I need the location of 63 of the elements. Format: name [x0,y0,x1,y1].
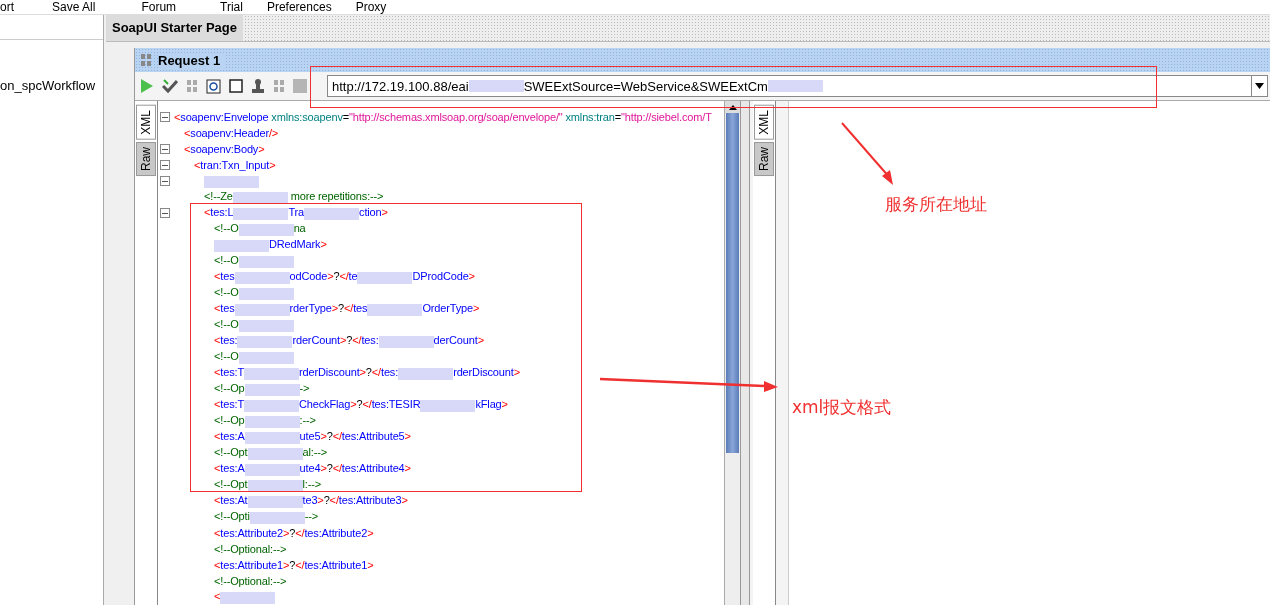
code-line: <!--Op -> [214,382,310,396]
menu-item[interactable]: Forum [107,0,189,14]
scrollbar[interactable] [724,101,740,605]
dot-grid-icon[interactable] [186,79,198,93]
code-line: <tes rderType>?</tes OrderType> [214,302,480,316]
code-line: <!--O [214,350,294,364]
menu-item[interactable]: Preferences [254,0,344,14]
fold-toggle[interactable] [160,208,170,218]
annotation-text: xml报文格式 [792,396,892,419]
code-line: <soapenv:Header/> [184,127,279,139]
code-line: <!--Opt l:--> [214,478,321,492]
square-icon[interactable] [229,79,243,93]
fold-toggle[interactable] [160,160,170,170]
code-line: <!--O [214,254,294,268]
code-line: <tes:Attribute2>?</tes:Attribute2> [214,527,374,539]
code-line: < [214,590,276,604]
menu-item[interactable]: ort [0,0,26,14]
menu-item[interactable]: Save All [26,0,108,14]
splitter-handle[interactable] [740,101,750,605]
code-line: <!--Opt al:--> [214,446,327,460]
code-line: <!--O [214,286,294,300]
redaction-block [468,80,524,92]
response-view-tab[interactable]: Raw [754,141,774,176]
code-line: <tes:T rderDiscount>?</tes: rderDiscount> [214,366,520,380]
redaction-block [767,80,823,92]
code-line: <soapenv:Envelope xmlns:soapenv="http://schemas.xmlsoap.org/soap/envelope/" xmlns:tran="http://siebel.com/T [174,111,712,123]
code-line: <!--Op :--> [214,414,316,428]
arrow [841,122,893,185]
stamp-icon[interactable] [251,78,265,94]
code-line: <soapenv:Body> [184,143,265,155]
code-line: <tran:Txn_Input> [194,159,276,171]
code-line: <tes odCode>?</te DProdCode> [214,270,475,284]
menu-item[interactable]: Proxy [343,0,399,14]
code-line: <tes:T CheckFlag>?</tes:TESIR kFlag> [214,398,508,412]
url-combobox[interactable]: http://172.19.100.88/eai SWEExtSource=WebService&SWEExtCm [327,75,1268,97]
code-line: <!--O na [214,222,306,236]
editor-view-tab[interactable]: XML [136,105,156,140]
editor-view-tab[interactable]: Raw [136,141,156,176]
response-view-tab[interactable]: XML [754,105,774,140]
check-icon[interactable] [162,78,178,94]
code-line: <tes:At te3>?</tes:Attribute3> [214,494,408,508]
code-line: <!--O [214,318,294,332]
code-line: <tes:A ute4>?</tes:Attribute4> [214,462,411,476]
starter-page-tab[interactable]: SoapUI Starter Page [106,15,243,41]
code-line: <!--Opti --> [214,510,319,524]
code-line: DRedMark> [214,238,327,252]
fold-toggle[interactable] [160,144,170,154]
code-line: <!--Optional:--> [214,543,287,555]
code-line: <tes:Attribute1>?</tes:Attribute1> [214,559,374,571]
fold-toggle[interactable] [160,112,170,122]
code-line: <tes: rderCount>?</tes: derCount> [214,334,484,348]
code-line: <tes:L Tra ction> [204,206,388,220]
dot-grid-icon [140,53,152,67]
request-title: Request 1 [158,52,227,68]
annotation-text: 服务所在地址 [885,193,987,216]
code-line: <!--Ze more repetitions:--> [204,190,384,204]
dot-grid-icon[interactable] [273,79,285,93]
fold-toggle[interactable] [160,176,170,186]
tree-item[interactable]: on_spcWorkflow [0,78,103,93]
menu-item[interactable]: Trial [188,0,255,14]
code-line: <!--Optional:--> [214,575,287,587]
refresh-box-icon[interactable] [206,78,221,94]
code-line: <tes:A ute5>?</tes:Attribute5> [214,430,411,444]
